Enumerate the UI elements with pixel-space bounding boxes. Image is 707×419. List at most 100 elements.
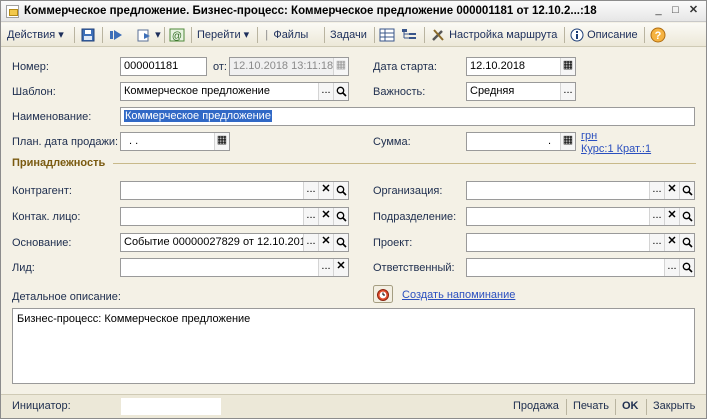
select-ellipsis-button[interactable]: ... <box>303 234 318 251</box>
sale-button[interactable]: Продажа <box>513 400 559 412</box>
calendar-icon: ▦ <box>333 58 348 75</box>
select-ellipsis-button[interactable]: ... <box>649 234 664 251</box>
calculator-icon[interactable]: ▦ <box>560 133 575 150</box>
rate-link[interactable]: Курс:1 Крат.:1 <box>581 143 651 155</box>
clear-icon[interactable]: ✕ <box>664 182 679 199</box>
post-icon-button[interactable] <box>108 26 124 44</box>
plan-date-field[interactable]: . . ▦ <box>120 132 230 151</box>
calendar-icon[interactable]: ▦ <box>214 133 229 150</box>
select-ellipsis-button[interactable]: ... <box>649 182 664 199</box>
template-label: Шаблон: <box>12 86 56 98</box>
create-reminder-link[interactable]: Создать напоминание <box>402 289 515 301</box>
reminder-button[interactable] <box>373 285 393 306</box>
title-bar: Коммерческое предложение. Бизнес-процесс… <box>1 1 706 22</box>
organization-field[interactable]: ... ✕ <box>466 181 695 200</box>
close-window-button[interactable]: ✕ <box>686 4 701 18</box>
clear-icon[interactable]: ✕ <box>664 234 679 251</box>
search-icon[interactable] <box>333 208 348 225</box>
description-button[interactable]: Описание <box>570 26 638 44</box>
description-label: Описание <box>587 29 638 41</box>
calendar-icon[interactable]: ▦ <box>560 58 575 75</box>
lead-field[interactable]: ... ✕ <box>120 258 349 277</box>
bottom-bar: Инициатор: Продажа Печать OK Закрыть <box>1 394 706 418</box>
counterparty-label: Контрагент: <box>12 185 72 197</box>
basis-value: Событие 00000027829 от 12.10.201 <box>124 236 304 248</box>
print-button[interactable]: Печать <box>573 400 609 412</box>
select-ellipsis-button[interactable]: ... <box>303 182 318 199</box>
tasks-button[interactable]: Задачи <box>330 26 367 44</box>
clear-icon[interactable]: ✕ <box>318 208 333 225</box>
close-button[interactable]: Закрыть <box>653 400 695 412</box>
select-ellipsis-button[interactable]: ... <box>303 208 318 225</box>
document-icon <box>6 5 19 18</box>
search-icon[interactable] <box>333 182 348 199</box>
chevron-down-icon: ▾ <box>155 29 161 41</box>
paperclip-icon: | <box>263 29 271 41</box>
importance-field[interactable]: Средняя ... <box>466 82 576 101</box>
save-icon-button[interactable] <box>80 26 96 44</box>
responsible-field[interactable]: ... <box>466 258 695 277</box>
details-text: Бизнес-процесс: Коммерческое предложение <box>17 313 251 325</box>
contact-field[interactable]: ... ✕ <box>120 207 349 226</box>
toolbar-divider <box>74 27 75 43</box>
help-button[interactable]: ? <box>650 26 666 44</box>
svg-text:@: @ <box>172 31 182 42</box>
email-icon-button[interactable]: @ <box>169 26 185 44</box>
toolbar-divider <box>564 27 565 43</box>
plan-date-label: План. дата продажи: <box>12 136 119 148</box>
template-field[interactable]: Коммерческое предложение ... <box>120 82 349 101</box>
based-on-button[interactable]: ▾ <box>136 26 161 44</box>
name-field[interactable]: Коммерческое предложение <box>120 107 695 126</box>
currency-link[interactable]: грн <box>581 130 597 142</box>
help-icon: ? <box>650 27 666 43</box>
tools-icon <box>432 29 444 41</box>
clear-icon[interactable]: ✕ <box>333 259 348 276</box>
route-settings-button[interactable]: Настройка маршрута <box>430 26 557 44</box>
contact-label: Контак. лицо: <box>12 211 81 223</box>
select-ellipsis-button[interactable]: ... <box>649 208 664 225</box>
from-label: от: <box>213 61 227 73</box>
belonging-section-title: Принадлежность <box>12 157 106 169</box>
basis-field[interactable]: Событие 00000027829 от 12.10.201 ... ✕ <box>120 233 349 252</box>
department-field[interactable]: ... ✕ <box>466 207 695 226</box>
clear-icon[interactable]: ✕ <box>318 182 333 199</box>
arrow-right-icon <box>110 30 122 41</box>
search-icon[interactable] <box>679 208 694 225</box>
search-icon[interactable] <box>679 234 694 251</box>
project-field[interactable]: ... ✕ <box>466 233 695 252</box>
details-label: Детальное описание: <box>12 291 121 303</box>
counterparty-field[interactable]: ... ✕ <box>120 181 349 200</box>
number-field[interactable]: 000001181 <box>120 57 207 76</box>
list-view-button[interactable] <box>379 26 395 44</box>
clear-icon[interactable]: ✕ <box>318 234 333 251</box>
details-textarea[interactable]: Бизнес-процесс: Коммерческое предложение <box>12 308 695 384</box>
create-based-icon <box>137 29 150 42</box>
save-icon <box>81 28 95 42</box>
sum-field[interactable]: . ▦ <box>466 132 576 151</box>
minimize-button[interactable]: _ <box>651 4 666 18</box>
select-ellipsis-button[interactable]: ... <box>560 83 575 100</box>
ok-button[interactable]: OK <box>622 400 639 412</box>
select-ellipsis-button[interactable]: ... <box>318 259 333 276</box>
search-icon[interactable] <box>679 182 694 199</box>
sum-value: . <box>547 135 551 147</box>
select-ellipsis-button[interactable]: ... <box>664 259 679 276</box>
clear-icon[interactable]: ✕ <box>664 208 679 225</box>
route-settings-label: Настройка маршрута <box>449 29 558 41</box>
select-ellipsis-button[interactable]: ... <box>318 83 333 100</box>
structure-button[interactable] <box>401 26 417 44</box>
search-icon[interactable] <box>679 259 694 276</box>
footer-divider <box>646 399 647 415</box>
toolbar-divider <box>191 27 192 43</box>
goto-menu[interactable]: Перейти ▾ <box>197 26 249 44</box>
organization-label: Организация: <box>373 185 443 197</box>
files-button[interactable]: | Файлы <box>263 26 308 44</box>
search-icon[interactable] <box>333 234 348 251</box>
start-date-field[interactable]: 12.10.2018 ▦ <box>466 57 576 76</box>
actions-menu[interactable]: Действия ▾ <box>7 26 64 44</box>
maximize-button[interactable]: □ <box>668 4 683 18</box>
files-label: Файлы <box>273 29 309 41</box>
importance-label: Важность: <box>373 86 426 98</box>
search-icon[interactable] <box>333 83 348 100</box>
importance-value: Средняя <box>470 85 515 97</box>
